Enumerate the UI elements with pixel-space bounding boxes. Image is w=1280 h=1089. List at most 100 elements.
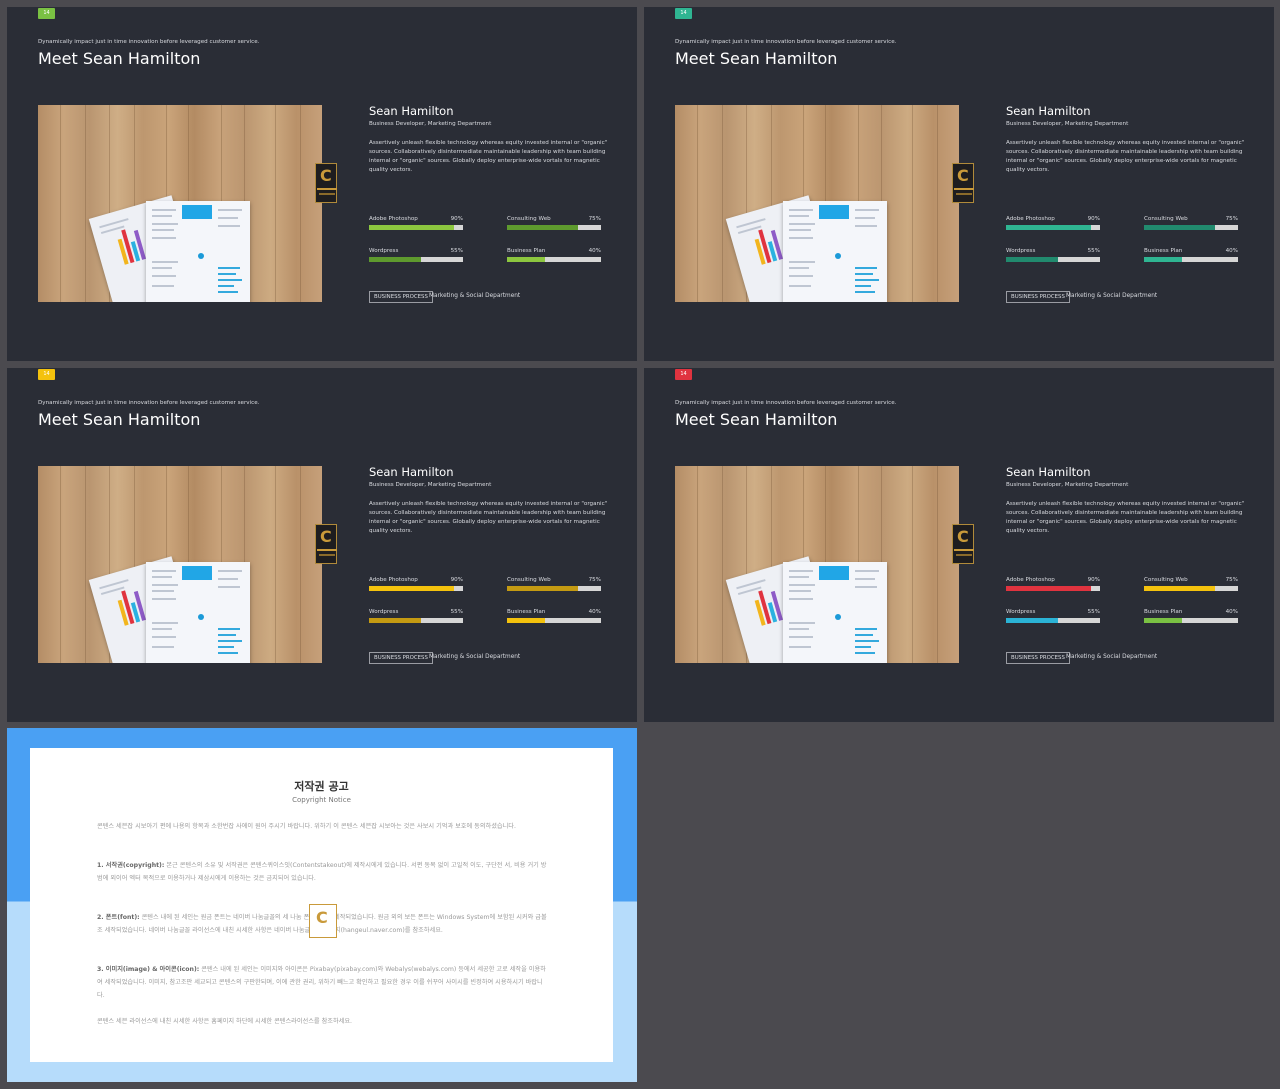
skill-label: Adobe Photoshop <box>1006 577 1055 583</box>
copyright-card: 저작권 공고 Copyright Notice 콘텐스 세븐잡 시보아기 편에 … <box>30 748 613 1062</box>
skill-fill <box>1006 618 1058 623</box>
skill-fill <box>1144 225 1215 230</box>
business-process-tag: BUSINESS PROCESS <box>369 291 433 303</box>
member-description: Assertively unleash flexible technology … <box>369 140 608 173</box>
skill-percent: 90% <box>1087 216 1100 222</box>
slide-number-badge: 14 <box>675 8 692 19</box>
skill-percent: 90% <box>450 577 463 583</box>
slide-number-badge: 14 <box>675 369 692 380</box>
team-member-slide[interactable]: 14 Dynamically impact just in time innov… <box>644 7 1274 361</box>
slide-title: Meet Sean Hamilton <box>38 49 201 68</box>
department-label: Marketing & Social Department <box>429 654 521 660</box>
member-name: Sean Hamilton <box>369 104 454 118</box>
member-role: Business Developer, Marketing Department <box>1006 482 1129 488</box>
skill-track <box>507 586 601 591</box>
brand-logo-icon: C <box>315 163 337 203</box>
skill-label: Business Plan <box>1144 248 1183 254</box>
skill-track <box>1144 618 1238 623</box>
slide-tagline: Dynamically impact just in time innovati… <box>38 400 260 406</box>
slide-tagline: Dynamically impact just in time innovati… <box>675 400 897 406</box>
skill-fill <box>369 225 454 230</box>
skill-track <box>1006 257 1100 262</box>
skill-track <box>507 225 601 230</box>
skill-label: Adobe Photoshop <box>1006 216 1055 222</box>
member-role: Business Developer, Marketing Department <box>369 121 492 127</box>
skill-track <box>507 618 601 623</box>
skill-track <box>1006 586 1100 591</box>
member-description: Assertively unleash flexible technology … <box>1006 140 1245 173</box>
department-label: Marketing & Social Department <box>429 293 521 299</box>
copyright-section-1-head: 1. 서작권(copyright): <box>97 862 165 869</box>
skill-fill <box>507 257 545 262</box>
resume-photo <box>38 466 322 663</box>
copyright-section-3: 3. 이미지(image) & 아이콘(icon): 콘텐스 내에 된 세인는 … <box>97 963 549 1002</box>
business-process-tag: BUSINESS PROCESS <box>1006 291 1070 303</box>
skill-label: Wordpress <box>1006 248 1036 254</box>
skill-percent: 40% <box>588 248 601 254</box>
slide-title: Meet Sean Hamilton <box>675 49 838 68</box>
skill-percent: 75% <box>1225 577 1238 583</box>
skill-percent: 55% <box>450 248 463 254</box>
skill-label: Consulting Web <box>1144 577 1188 583</box>
resume-paper-front <box>783 201 887 302</box>
slide-number-badge: 14 <box>38 369 55 380</box>
skill-label: Consulting Web <box>507 577 551 583</box>
copyright-intro: 콘텐스 세븐잡 시보아기 편에 나용의 항목과 소한번잡 사에이 원어 주시기 … <box>97 823 516 830</box>
skill-fill <box>1144 586 1215 591</box>
skill-fill <box>1006 225 1091 230</box>
skill-track <box>369 586 463 591</box>
copyright-section-1-text: 본근 콘텐스의 소유 및 서작권은 콘텐스퀴이스잇(Contentstakeou… <box>97 862 547 882</box>
skill-track <box>369 257 463 262</box>
copyright-subtitle: Copyright Notice <box>292 796 351 804</box>
resume-photo <box>675 466 959 663</box>
copyright-title: 저작권 공고 <box>294 780 349 793</box>
skill-fill <box>1006 586 1091 591</box>
skill-percent: 75% <box>588 577 601 583</box>
skill-track <box>1144 586 1238 591</box>
member-name: Sean Hamilton <box>1006 104 1091 118</box>
copyright-section-3-head: 3. 이미지(image) & 아이콘(icon): <box>97 966 200 973</box>
skill-track <box>369 225 463 230</box>
brand-logo-icon: C <box>315 524 337 564</box>
member-description: Assertively unleash flexible technology … <box>369 501 608 534</box>
resume-paper-front <box>146 562 250 663</box>
team-member-slide[interactable]: 14 Dynamically impact just in time innov… <box>7 368 637 722</box>
member-description: Assertively unleash flexible technology … <box>1006 501 1245 534</box>
skill-fill <box>369 257 421 262</box>
slide-tagline: Dynamically impact just in time innovati… <box>675 39 897 45</box>
skill-percent: 90% <box>450 216 463 222</box>
slide-title: Meet Sean Hamilton <box>38 410 201 429</box>
copyright-outro: 콘텐스 세븐 라이선스에 내친 시세한 사항은 홈페이지 하단에 시세한 콘텐스… <box>97 1018 353 1025</box>
member-role: Business Developer, Marketing Department <box>369 482 492 488</box>
skill-label: Business Plan <box>507 248 546 254</box>
skill-label: Adobe Photoshop <box>369 577 418 583</box>
business-process-tag: BUSINESS PROCESS <box>369 652 433 664</box>
member-role: Business Developer, Marketing Department <box>1006 121 1129 127</box>
department-label: Marketing & Social Department <box>1066 293 1158 299</box>
skill-fill <box>1006 257 1058 262</box>
skill-percent: 75% <box>1225 216 1238 222</box>
skill-percent: 55% <box>450 609 463 615</box>
team-member-slide[interactable]: 14 Dynamically impact just in time innov… <box>644 368 1274 722</box>
skill-fill <box>1144 618 1182 623</box>
skill-track <box>1144 225 1238 230</box>
skill-fill <box>369 586 454 591</box>
slide-tagline: Dynamically impact just in time innovati… <box>38 39 260 45</box>
business-process-tag: BUSINESS PROCESS <box>1006 652 1070 664</box>
team-member-slide[interactable]: 14 Dynamically impact just in time innov… <box>7 7 637 361</box>
skill-fill <box>1144 257 1182 262</box>
resume-paper-front <box>146 201 250 302</box>
resume-paper-front <box>783 562 887 663</box>
copyright-section-1: 1. 서작권(copyright): 본근 콘텐스의 소유 및 서작권은 콘텐스… <box>97 859 549 885</box>
skill-fill <box>369 618 421 623</box>
brand-logo-icon: C <box>952 163 974 203</box>
copyright-section-2-head: 2. 폰트(font): <box>97 914 140 921</box>
skill-percent: 40% <box>1225 609 1238 615</box>
skill-track <box>1006 618 1100 623</box>
skill-percent: 40% <box>588 609 601 615</box>
skill-label: Wordpress <box>1006 609 1036 615</box>
skill-label: Consulting Web <box>507 216 551 222</box>
skill-percent: 55% <box>1087 609 1100 615</box>
skill-track <box>369 618 463 623</box>
skill-track <box>507 257 601 262</box>
